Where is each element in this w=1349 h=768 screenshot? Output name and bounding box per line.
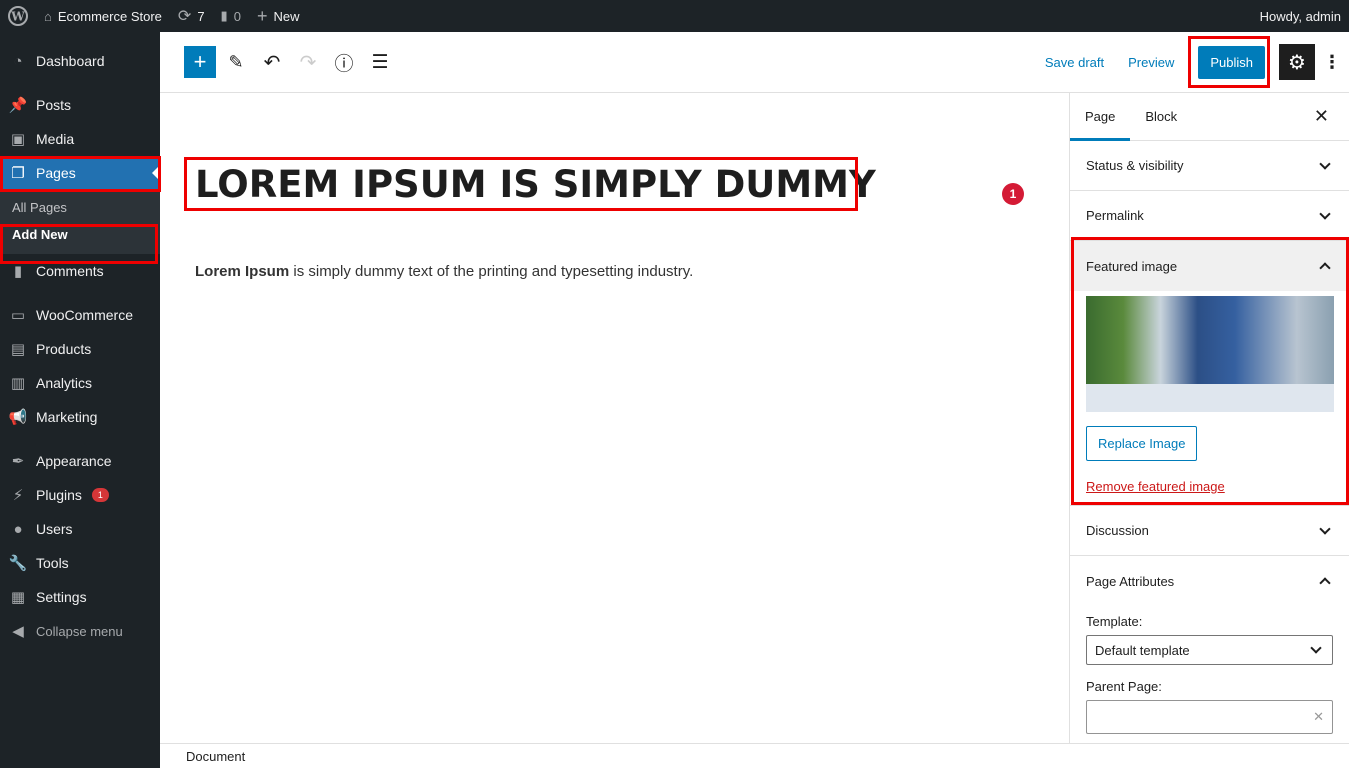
sidebar-item-products[interactable]: ▤ Products [0,332,160,366]
redo-button[interactable]: ↷ [292,46,324,78]
svg-text:W: W [10,10,25,24]
chart-icon: ▥ [10,375,26,392]
sidebar-item-appearance[interactable]: ✒ Appearance [0,444,160,478]
home-icon: ⌂ [44,8,52,24]
details-button[interactable]: ⓘ [328,46,360,78]
sidebar-item-pages[interactable]: ❐ Pages [0,156,160,190]
chevron-down-icon [1319,522,1331,535]
clear-icon[interactable]: ✕ [1313,709,1324,725]
megaphone-icon: 📢 [8,409,28,426]
plus-icon: + [256,5,268,26]
sidebar-item-posts[interactable]: 📌 Posts [0,88,160,122]
parent-page-label: Parent Page: [1086,679,1162,694]
chevron-down-icon [1310,642,1322,654]
pencil-icon: ✎ [228,51,244,72]
wrench-icon: 🔧 [8,555,28,572]
sidebar-item-plugins[interactable]: ⚡ Plugins 1 [0,478,160,512]
parent-page-input[interactable]: ✕ [1086,700,1333,734]
template-label: Template: [1086,614,1143,629]
template-select[interactable]: Default template [1086,635,1333,665]
page-attributes-panel[interactable]: Page Attributes [1070,556,1349,606]
pin-icon: 📌 [8,97,28,114]
sidebar-item-media[interactable]: ▣ Media [0,122,160,156]
updates-link[interactable]: ⟳ 7 [170,0,213,32]
settings-icon: ▦ [10,589,26,606]
list-view-icon: ☰ [371,51,389,73]
tab-page[interactable]: Page [1070,93,1131,141]
chevron-down-icon [1319,157,1331,170]
info-icon: ⓘ [334,53,354,75]
sidebar-item-collapse-menu[interactable]: ◀ Collapse menu [0,614,160,648]
preview-button[interactable]: Preview [1116,55,1186,70]
settings-sidebar: Page Block ✕ Status & visibility Permali… [1069,93,1349,743]
woo-icon: ▭ [10,307,26,324]
tab-block[interactable]: Block [1130,93,1192,141]
sidebar-item-settings[interactable]: ▦ Settings [0,580,160,614]
save-draft-button[interactable]: Save draft [1033,55,1116,70]
notice-badge: 1 [1002,183,1024,205]
breadcrumb[interactable]: Document [160,743,1349,768]
sidebar-item-marketing[interactable]: 📢 Marketing [0,400,160,434]
edit-tool-button[interactable]: ✎ [220,46,252,78]
close-icon[interactable]: ✕ [1314,106,1349,127]
collapse-icon: ◀ [12,623,24,640]
outline-button[interactable]: ☰ [364,46,396,78]
chevron-up-icon [1319,577,1331,589]
permalink-panel[interactable]: Permalink [1070,191,1349,241]
gear-icon: ⚙ [1288,51,1306,74]
sidebar-item-tools[interactable]: 🔧 Tools [0,546,160,580]
featured-image-panel[interactable]: Featured image [1070,241,1349,291]
sidebar-item-analytics[interactable]: ▥ Analytics [0,366,160,400]
submenu-add-new[interactable]: Add New [0,221,160,248]
user-icon: ● [13,520,23,538]
more-options-button[interactable]: ⋮ [1315,52,1349,73]
add-block-button[interactable]: + [184,46,216,78]
paragraph-block[interactable]: Lorem Ipsum is simply dummy text of the … [195,263,693,280]
wordpress-logo-icon[interactable]: W [0,0,36,32]
account-menu[interactable]: Howdy, admin [1252,0,1349,32]
undo-icon: ↶ [263,51,281,74]
settings-button[interactable]: ⚙ [1279,44,1315,80]
archive-icon: ▤ [10,341,26,358]
page-title[interactable]: LOREM IPSUM IS SIMPLY DUMMY [195,163,876,206]
brush-icon: ✒ [11,453,25,470]
sidebar-item-dashboard[interactable]: ◔ Dashboard [0,44,160,78]
comment-icon: ▮ [13,263,23,280]
chevron-down-icon [1319,207,1331,220]
new-content-link[interactable]: + New [249,0,308,32]
sidebar-item-users[interactable]: ● Users [0,512,160,546]
featured-image-thumbnail[interactable] [1086,296,1334,412]
replace-image-button[interactable]: Replace Image [1086,426,1198,461]
update-icon: ⟳ [177,8,192,25]
submenu-all-pages[interactable]: All Pages [0,194,160,221]
admin-bar: W ⌂ Ecommerce Store ⟳ 7 ▮ 0 + New Howdy, adm… [0,0,1349,32]
editor-toolbar: + ✎ ↶ ↷ ⓘ ☰ Save draft Preview Publish ⚙… [160,32,1349,93]
site-name-link[interactable]: ⌂ Ecommerce Store [36,0,170,32]
undo-button[interactable]: ↶ [256,46,288,78]
status-visibility-panel[interactable]: Status & visibility [1070,141,1349,191]
sidebar-item-woocommerce[interactable]: ▭ WooCommerce [0,298,160,332]
current-arrow [144,165,160,181]
comments-link[interactable]: ▮ 0 [213,0,249,32]
discussion-panel[interactable]: Discussion [1070,506,1349,556]
remove-featured-image-link[interactable]: Remove featured image [1086,479,1333,494]
sidebar-item-comments[interactable]: ▮ Comments [0,254,160,288]
media-icon: ▣ [10,131,26,148]
plugins-update-badge: 1 [91,488,109,502]
admin-sidebar: ◔ Dashboard 📌 Posts ▣ Media ❐ Pages All Pages Add… [0,32,160,768]
pages-icon: ❐ [11,165,25,182]
redo-icon: ↷ [299,51,317,74]
dashboard-icon: ◔ [13,52,23,70]
comment-icon: ▮ [220,8,228,23]
chevron-up-icon [1319,262,1331,274]
editor-canvas: LOREM IPSUM IS SIMPLY DUMMY 1 Lorem Ipsu… [160,93,1069,743]
pages-submenu: All Pages Add New [0,190,160,254]
publish-button[interactable]: Publish [1198,45,1265,79]
plugin-icon: ⚡ [12,487,24,504]
